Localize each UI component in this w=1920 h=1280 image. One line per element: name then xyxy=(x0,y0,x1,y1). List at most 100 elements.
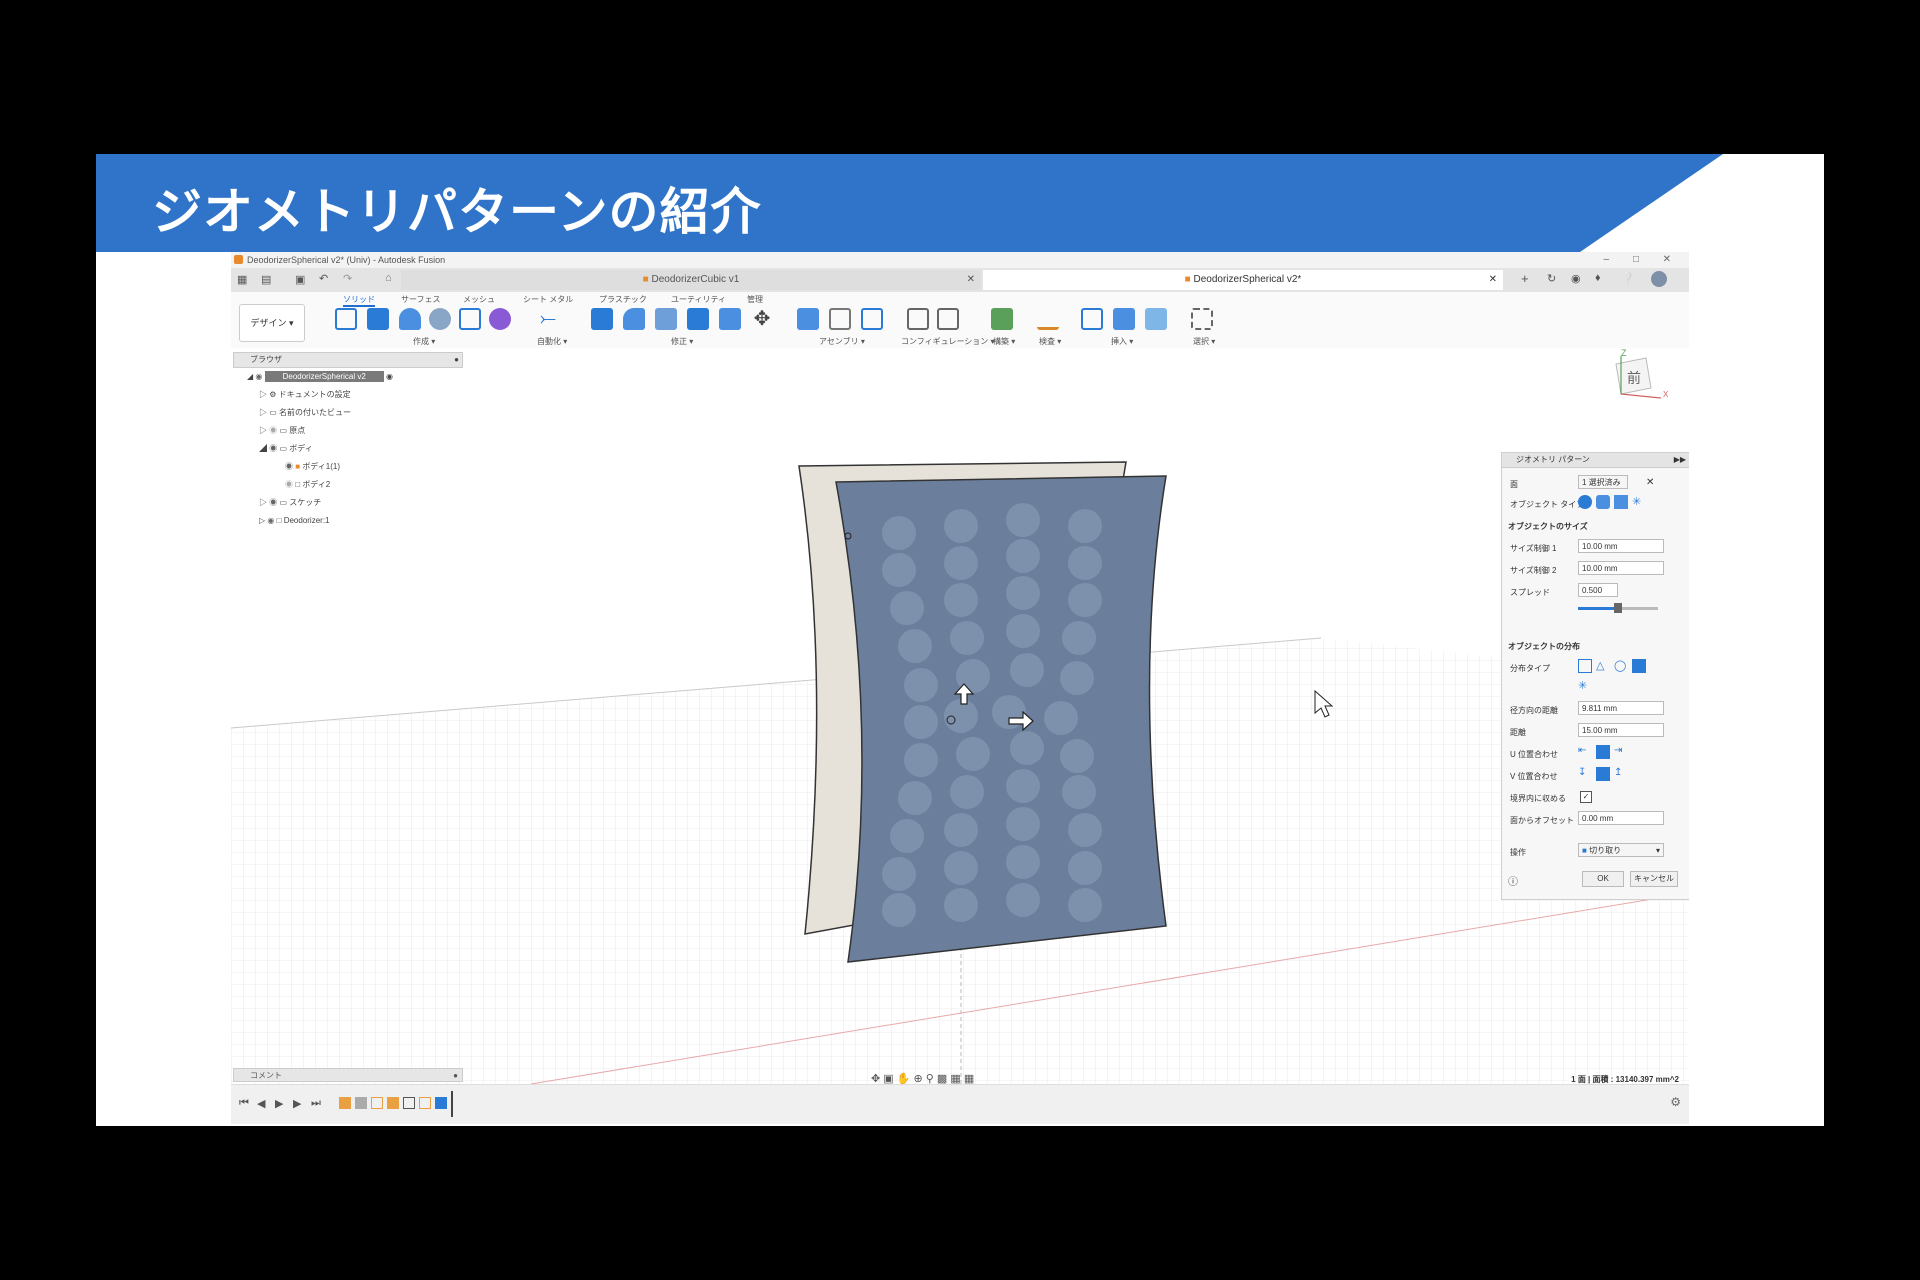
sphere-type-icon[interactable] xyxy=(1578,495,1592,509)
v-align-start-icon[interactable]: ↧ xyxy=(1578,767,1592,781)
distribution-circle-icon[interactable]: ◯ xyxy=(1614,659,1628,673)
browser-header[interactable]: ブラウザ ● xyxy=(233,352,463,368)
undo-icon[interactable]: ↶ xyxy=(319,272,328,285)
notification-icon[interactable]: ♦ xyxy=(1595,272,1601,284)
group-inspect[interactable]: 検査 ▾ xyxy=(1039,336,1061,347)
browser-item-sketches[interactable]: ▷ ◉ ▭ スケッチ xyxy=(233,494,463,512)
expand-icon[interactable]: ▷ xyxy=(259,390,267,399)
custom-body-icon[interactable]: ✳ xyxy=(1632,495,1646,509)
timeline-feature-extrude-icon[interactable] xyxy=(355,1097,367,1109)
measure-icon[interactable] xyxy=(1037,308,1059,330)
size1-input[interactable]: 10.00 mm xyxy=(1578,539,1664,553)
comments-bar[interactable]: コメント ● xyxy=(233,1068,463,1082)
tab-utility[interactable]: ユーティリティ xyxy=(671,294,726,305)
file-menu-icon[interactable]: ▤ xyxy=(261,273,271,286)
group-modify[interactable]: 修正 ▾ xyxy=(671,336,693,347)
minimize-icon[interactable]: – xyxy=(1603,254,1609,265)
eye-icon[interactable]: ◉ xyxy=(269,498,277,507)
eye-icon[interactable]: ◉ xyxy=(285,480,293,489)
timeline-feature-sketch2-icon[interactable] xyxy=(371,1097,383,1109)
ok-button[interactable]: OK xyxy=(1582,871,1624,887)
timeline-feature-sketch3-icon[interactable] xyxy=(419,1097,431,1109)
browser-item-origin[interactable]: ▷ ◉ ▭ 原点 xyxy=(233,422,463,440)
close-window-icon[interactable]: ✕ xyxy=(1663,254,1671,265)
timeline-marker[interactable] xyxy=(451,1091,453,1117)
size2-input[interactable]: 10.00 mm xyxy=(1578,561,1664,575)
tab-mesh[interactable]: メッシュ xyxy=(463,294,495,305)
browser-item-named-views[interactable]: ▷ ▭ 名前の付いたビュー xyxy=(233,404,463,422)
close-tab-icon[interactable]: ✕ xyxy=(967,270,975,290)
browser-root[interactable]: ◢ ◉ DeodorizerSpherical v2 ◉ xyxy=(233,368,463,386)
timeline-feature-move-icon[interactable] xyxy=(403,1097,415,1109)
u-align-start-icon[interactable]: ⇤ xyxy=(1578,745,1592,759)
pin-icon[interactable]: ● xyxy=(453,1069,458,1083)
home-icon[interactable]: ⌂ xyxy=(385,272,392,284)
automate-icon[interactable]: ⤚ xyxy=(537,308,559,330)
expand-icon[interactable]: ▷ xyxy=(259,516,265,525)
expand-dialog-icon[interactable]: ▶▶ xyxy=(1674,453,1686,467)
insert-mesh-icon[interactable] xyxy=(1113,308,1135,330)
hole-icon[interactable] xyxy=(429,308,451,330)
offset-input[interactable]: 0.00 mm xyxy=(1578,811,1664,825)
eye-icon[interactable]: ◉ xyxy=(285,462,293,471)
spread-slider-thumb[interactable] xyxy=(1614,603,1622,613)
timeline-prev-icon[interactable]: ◀ xyxy=(257,1097,265,1110)
avatar[interactable] xyxy=(1651,271,1667,287)
eye-icon[interactable]: ◉ xyxy=(269,426,277,435)
group-select[interactable]: 選択 ▾ xyxy=(1193,336,1215,347)
pattern-icon[interactable] xyxy=(459,308,481,330)
shell-icon[interactable] xyxy=(719,308,741,330)
timeline-next-icon[interactable]: ▶ xyxy=(293,1097,301,1110)
tab-deodorizer-spherical[interactable]: ■ DeodorizerSpherical v2* ✕ xyxy=(983,270,1503,290)
expand-icon[interactable]: ◢ xyxy=(259,444,267,453)
select-icon[interactable] xyxy=(1191,308,1213,330)
as-built-joint-icon[interactable] xyxy=(861,308,883,330)
extrude-icon[interactable] xyxy=(367,308,389,330)
inside-boundary-checkbox[interactable]: ✓ xyxy=(1580,791,1592,803)
timeline-start-icon[interactable]: ⏮ xyxy=(239,1097,249,1110)
tab-deodorizer-cubic[interactable]: ■ DeodorizerCubic v1 ✕ xyxy=(401,270,981,290)
tab-plastic[interactable]: プラスチック xyxy=(599,294,647,305)
browser-item-body1[interactable]: ◉ ■ ボディ1(1) xyxy=(233,458,463,476)
move-icon[interactable]: ✥ xyxy=(751,308,773,330)
info-icon[interactable]: ⓘ xyxy=(1508,873,1518,888)
timeline-play-icon[interactable]: ▶ xyxy=(275,1097,283,1110)
tab-surface[interactable]: サーフェス xyxy=(401,294,441,305)
new-component-icon[interactable] xyxy=(797,308,819,330)
distribution-radial-icon[interactable] xyxy=(1632,659,1646,673)
group-assemble[interactable]: アセンブリ ▾ xyxy=(819,336,865,347)
dialog-header[interactable]: ジオメトリ パターン ▶▶ xyxy=(1502,453,1689,468)
eye-icon[interactable]: ◉ xyxy=(255,372,262,381)
expand-icon[interactable]: ▷ xyxy=(259,498,267,507)
root-component-label[interactable]: DeodorizerSpherical v2 xyxy=(264,371,384,382)
eye-icon[interactable]: ◉ xyxy=(267,516,274,525)
spread-slider[interactable] xyxy=(1578,603,1658,613)
distribution-triangle-icon[interactable]: △ xyxy=(1596,659,1610,673)
insert-canvas-icon[interactable] xyxy=(1145,308,1167,330)
section-object-distribution[interactable]: オブジェクトの分布 xyxy=(1508,641,1580,652)
fillet-icon[interactable] xyxy=(623,308,645,330)
press-pull-icon[interactable] xyxy=(591,308,613,330)
construct-plane-icon[interactable] xyxy=(991,308,1013,330)
chamfer-icon[interactable] xyxy=(655,308,677,330)
expand-icon[interactable]: ▷ xyxy=(259,426,267,435)
maximize-icon[interactable]: □ xyxy=(1633,254,1639,265)
browser-item-body2[interactable]: ◉ □ ボディ2 xyxy=(233,476,463,494)
distribution-grid-icon[interactable] xyxy=(1578,659,1592,673)
radial-distance-input[interactable]: 9.811 mm xyxy=(1578,701,1664,715)
joint-icon[interactable] xyxy=(829,308,851,330)
group-automate[interactable]: 自動化 ▾ xyxy=(537,336,567,347)
group-insert[interactable]: 挿入 ▾ xyxy=(1111,336,1133,347)
cancel-button[interactable]: キャンセル xyxy=(1630,871,1678,887)
operation-select[interactable]: ■ 切り取り ▾ xyxy=(1578,843,1664,857)
grid-apps-icon[interactable]: ▦ xyxy=(237,273,247,286)
clear-selection-icon[interactable]: ✕ xyxy=(1646,477,1654,488)
browser-item-deodorizer[interactable]: ▷ ◉ □ Deodorizer:1 xyxy=(233,512,463,530)
sync-icon[interactable]: ↻ xyxy=(1547,272,1556,285)
v-align-center-icon[interactable] xyxy=(1596,767,1610,781)
cylinder-type-icon[interactable] xyxy=(1596,495,1610,509)
section-object-size[interactable]: オブジェクトのサイズ xyxy=(1508,521,1588,532)
u-align-center-icon[interactable] xyxy=(1596,745,1610,759)
redo-icon[interactable]: ↷ xyxy=(343,272,352,285)
save-icon[interactable]: ▣ xyxy=(295,273,305,286)
